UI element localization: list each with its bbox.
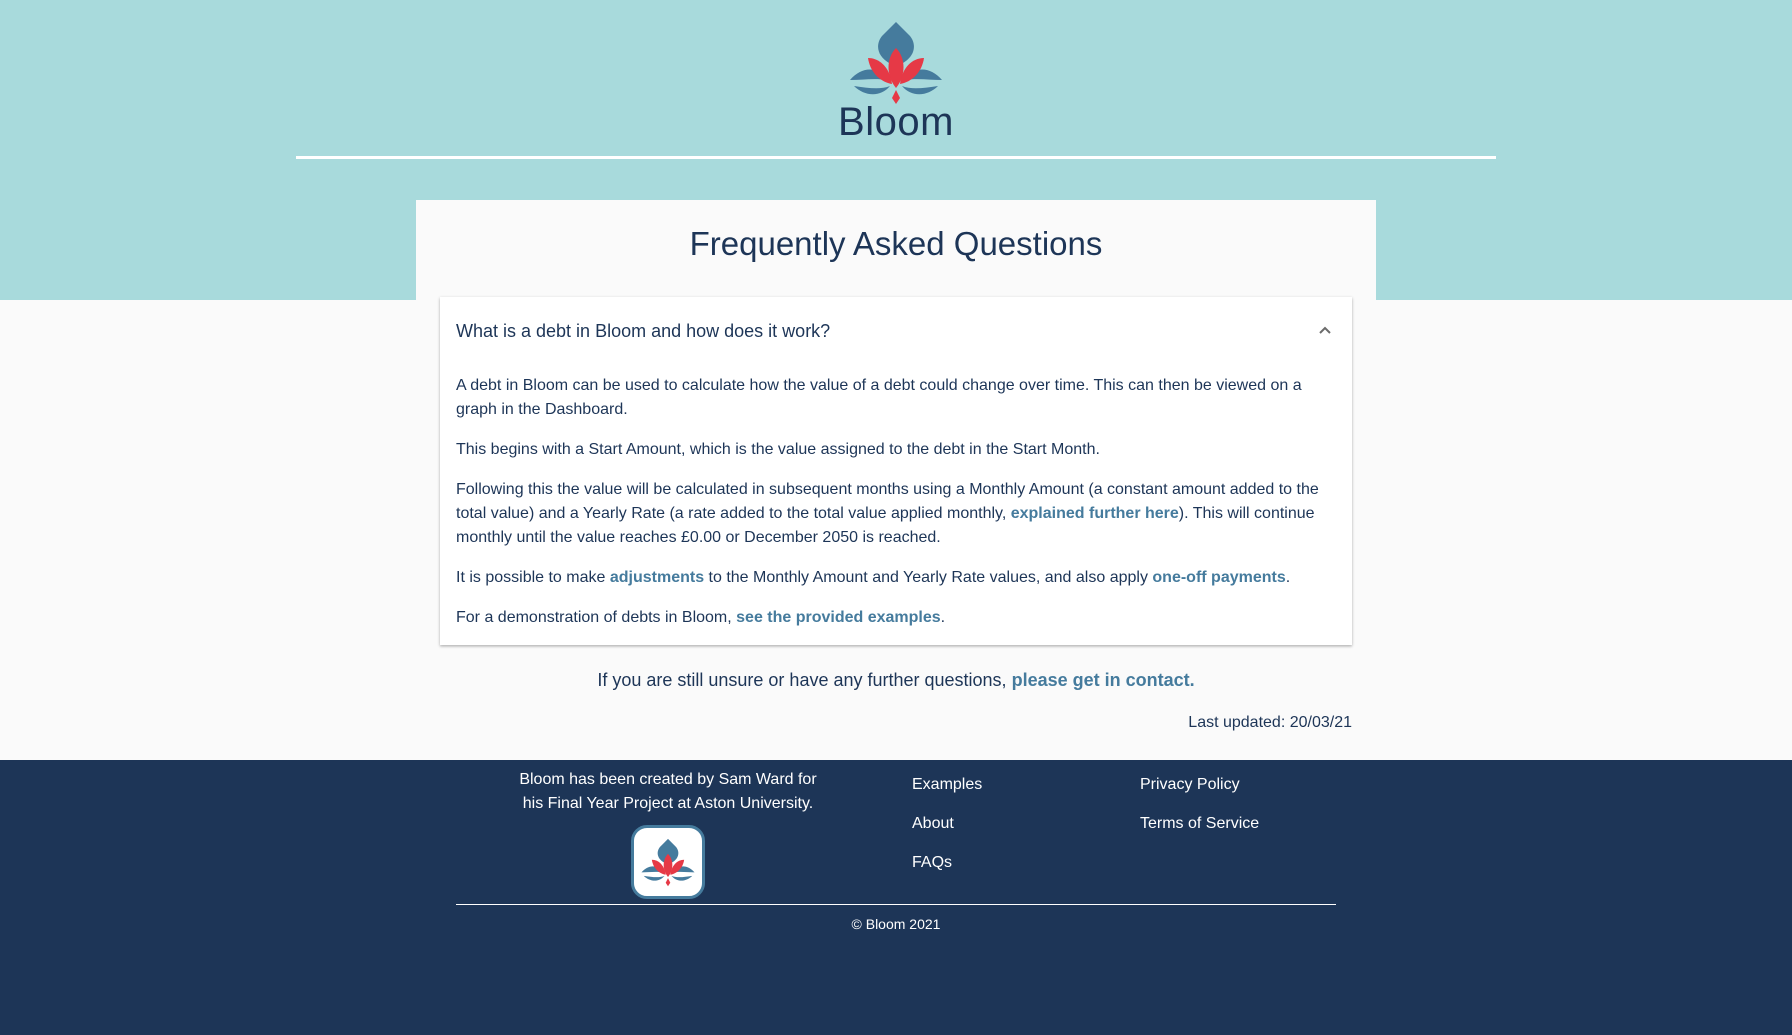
footer-link-terms[interactable]: Terms of Service xyxy=(1140,815,1259,854)
lotus-logo-icon xyxy=(641,838,695,887)
adjustments-link[interactable]: adjustments xyxy=(610,569,704,586)
footer-link-about[interactable]: About xyxy=(912,815,982,854)
copyright: © Bloom 2021 xyxy=(851,916,941,932)
footer-credit: Bloom has been created by Sam Ward for h… xyxy=(519,771,817,812)
page-title: Frequently Asked Questions xyxy=(689,225,1103,262)
answer-paragraph-4: It is possible to make adjustments to th… xyxy=(456,569,1291,586)
explained-further-link[interactable]: explained further here xyxy=(1011,505,1179,522)
footer-nav-primary: Examples About FAQs xyxy=(912,776,982,893)
contact-link[interactable]: please get in contact. xyxy=(1012,670,1195,690)
last-updated: Last updated: 20/03/21 xyxy=(1188,714,1352,731)
faq-question: What is a debt in Bloom and how does it … xyxy=(456,320,831,341)
answer-paragraph-1: A debt in Bloom can be used to calculate… xyxy=(456,377,1302,418)
faq-expansion-panel: What is a debt in Bloom and how does it … xyxy=(440,297,1352,645)
footer-logo[interactable] xyxy=(631,825,705,899)
brand-logo[interactable]: Bloom xyxy=(0,18,1792,145)
faq-question-header[interactable]: What is a debt in Bloom and how does it … xyxy=(440,297,1352,365)
footer-link-privacy[interactable]: Privacy Policy xyxy=(1140,776,1259,815)
footer-link-examples[interactable]: Examples xyxy=(912,776,982,815)
one-off-payments-link[interactable]: one-off payments xyxy=(1152,569,1285,586)
contact-prompt: If you are still unsure or have any furt… xyxy=(597,670,1195,690)
lotus-logo-icon xyxy=(850,22,942,104)
faq-answer: A debt in Bloom can be used to calculate… xyxy=(456,374,1336,646)
footer-link-faqs[interactable]: FAQs xyxy=(912,854,982,893)
chevron-up-icon[interactable] xyxy=(1316,322,1334,340)
answer-paragraph-5: For a demonstration of debts in Bloom, s… xyxy=(456,609,946,626)
brand-name: Bloom xyxy=(838,100,954,144)
answer-paragraph-2: This begins with a Start Amount, which i… xyxy=(456,441,1100,458)
footer: Bloom has been created by Sam Ward for h… xyxy=(0,760,1792,1035)
examples-link[interactable]: see the provided examples xyxy=(736,609,941,626)
footer-nav-legal: Privacy Policy Terms of Service xyxy=(1140,776,1259,854)
footer-divider xyxy=(456,904,1336,905)
header-divider xyxy=(296,156,1496,159)
answer-paragraph-3: Following this the value will be calcula… xyxy=(456,481,1319,546)
